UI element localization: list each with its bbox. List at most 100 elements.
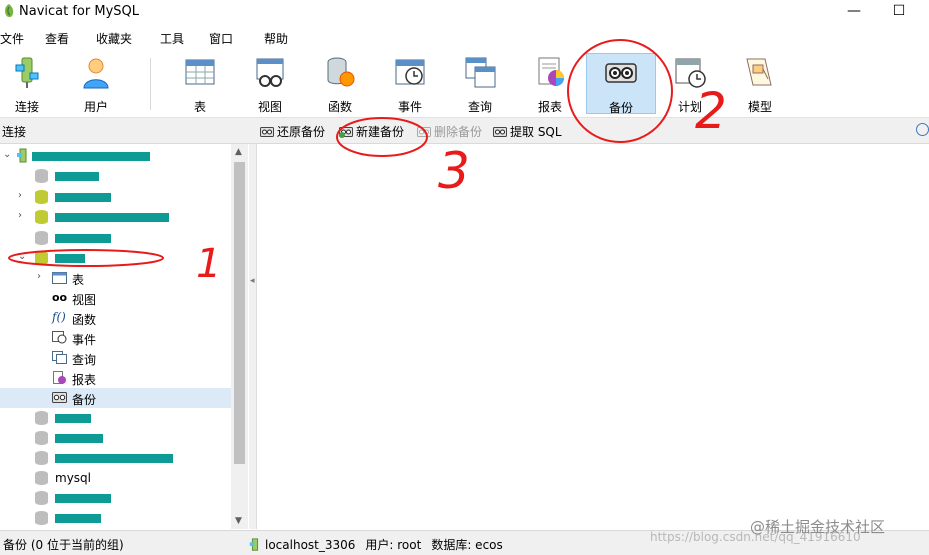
tree-database-node[interactable]	[0, 448, 231, 468]
report-icon	[538, 57, 564, 86]
tree-connection-node[interactable]: ⌄	[0, 146, 231, 166]
extract-sql-label: 提取 SQL	[510, 125, 562, 139]
window-title: Navicat for MySQL	[19, 4, 139, 19]
status-selection-count: 备份 (0 位于当前的组)	[3, 538, 124, 552]
toolbar-backup-button[interactable]: 备份	[586, 53, 656, 115]
extract-sql-button[interactable]: 提取 SQL	[493, 123, 562, 140]
toolbar-query-label: 查询	[467, 100, 492, 114]
database-icon	[35, 491, 48, 505]
connection-icon	[17, 148, 27, 163]
brand-watermark: @稀土掘金技术社区	[750, 518, 886, 536]
object-toolbar: 连接 还原备份 新建备份 删除备份 提取 SQL	[0, 118, 929, 144]
toolbar-connection-button[interactable]: 连接	[0, 53, 58, 114]
main-toolbar: 连接 用户 表 视图 函数 事件 查询 报表 备份 计划 模型	[0, 50, 929, 118]
connection-tree-panel: ⌄ › › ⌄ › 表 oo 视图 f() 函数 事件 查询 报表 备份 mys…	[0, 144, 250, 529]
connection-tree: ⌄ › › ⌄ › 表 oo 视图 f() 函数 事件 查询 报表 备份 mys…	[0, 144, 231, 529]
connection-icon	[249, 538, 259, 551]
new-backup-label: 新建备份	[356, 125, 405, 139]
tree-database-node[interactable]	[0, 488, 231, 508]
tree-vertical-scrollbar[interactable]: ▲ ▼	[231, 144, 248, 529]
connection-icon	[15, 57, 39, 88]
toolbar-separator	[150, 58, 151, 110]
minimize-button[interactable]: —	[831, 1, 877, 23]
tree-database-node[interactable]	[0, 228, 231, 248]
tree-database-node[interactable]	[0, 166, 231, 186]
restore-icon	[260, 126, 274, 138]
table-icon	[185, 59, 215, 85]
delete-backup-icon	[417, 126, 431, 138]
toolbar-view-label: 视图	[257, 100, 282, 114]
toolbar-model-label: 模型	[747, 100, 772, 114]
toolbar-event-button[interactable]: 事件	[379, 53, 441, 114]
tree-item-label: 函数	[72, 313, 97, 327]
toolbar-report-button[interactable]: 报表	[519, 53, 581, 114]
menu-favorites[interactable]: 收藏夹	[96, 30, 132, 47]
tree-database-node[interactable]	[0, 408, 231, 428]
tree-item-views[interactable]: oo 视图	[0, 288, 231, 308]
delete-backup-button[interactable]: 删除备份	[417, 123, 482, 140]
database-icon	[35, 169, 48, 183]
restore-backup-button[interactable]: 还原备份	[260, 123, 325, 140]
toolbar-table-button[interactable]: 表	[169, 53, 231, 114]
new-backup-icon	[339, 126, 353, 138]
toolbar-function-button[interactable]: 函数	[309, 53, 371, 114]
collapse-arrow-icon[interactable]: ⌄	[3, 149, 11, 160]
tree-item-label: 视图	[72, 293, 97, 307]
tree-database-node[interactable]: ›	[0, 207, 231, 227]
extract-sql-icon	[493, 126, 507, 138]
menu-view[interactable]: 查看	[45, 30, 69, 47]
toolbar-user-button[interactable]: 用户	[65, 53, 127, 114]
toolbar-model-button[interactable]: 模型	[729, 53, 791, 114]
tree-database-node[interactable]: ›	[0, 187, 231, 207]
tree-item-label: 备份	[72, 393, 97, 407]
tree-database-label: mysql	[55, 471, 91, 485]
tree-item-reports[interactable]: 报表	[0, 368, 231, 388]
pane-splitter[interactable]: ◂	[249, 144, 257, 529]
scroll-up-arrow-icon[interactable]: ▲	[235, 147, 242, 157]
splitter-grip-icon[interactable]: ◂	[250, 276, 255, 286]
database-icon	[35, 451, 48, 465]
model-icon	[746, 58, 772, 86]
redacted-database-name	[55, 514, 101, 523]
table-icon	[52, 272, 67, 284]
toolbar-query-button[interactable]: 查询	[449, 53, 511, 114]
tree-database-node[interactable]	[0, 508, 231, 528]
tree-item-backups[interactable]: 备份	[0, 388, 231, 408]
restore-backup-label: 还原备份	[277, 125, 326, 139]
tree-database-node[interactable]	[0, 428, 231, 448]
query-icon	[465, 57, 496, 88]
view-icon	[256, 58, 284, 87]
toolbar-view-button[interactable]: 视图	[239, 53, 301, 114]
menu-help[interactable]: 帮助	[264, 30, 288, 47]
search-icon[interactable]	[916, 123, 929, 136]
scrollbar-thumb[interactable]	[234, 162, 245, 464]
function-icon	[327, 57, 355, 87]
maximize-button[interactable]: ☐	[876, 1, 922, 23]
expand-arrow-icon[interactable]: ›	[18, 210, 22, 221]
expand-arrow-icon[interactable]: ›	[18, 190, 22, 201]
menu-tools[interactable]: 工具	[160, 30, 184, 47]
tree-item-events[interactable]: 事件	[0, 328, 231, 348]
toolbar-user-label: 用户	[83, 100, 108, 114]
backup-icon	[605, 63, 637, 83]
schedule-icon	[675, 58, 706, 88]
scroll-down-arrow-icon[interactable]: ▼	[235, 516, 242, 526]
tree-item-functions[interactable]: f() 函数	[0, 308, 231, 328]
toolbar-schedule-button[interactable]: 计划	[659, 53, 721, 114]
status-database: 数据库: ecos	[431, 538, 503, 552]
tree-item-queries[interactable]: 查询	[0, 348, 231, 368]
tree-database-node-mysql[interactable]: mysql	[0, 468, 231, 488]
new-backup-button[interactable]: 新建备份	[339, 123, 404, 140]
redacted-database-name	[55, 414, 91, 423]
menu-file[interactable]: 文件	[0, 30, 24, 47]
menu-window[interactable]: 窗口	[209, 30, 233, 47]
collapse-arrow-icon[interactable]: ⌄	[18, 251, 26, 262]
database-icon	[35, 471, 48, 485]
backup-icon	[52, 392, 67, 403]
backup-list-area[interactable]	[257, 144, 929, 529]
database-icon	[35, 411, 48, 425]
tree-database-node-expanded[interactable]: ⌄	[0, 248, 231, 268]
tree-item-tables[interactable]: › 表	[0, 268, 231, 288]
redacted-database-name	[55, 213, 169, 222]
expand-arrow-icon[interactable]: ›	[37, 271, 41, 282]
